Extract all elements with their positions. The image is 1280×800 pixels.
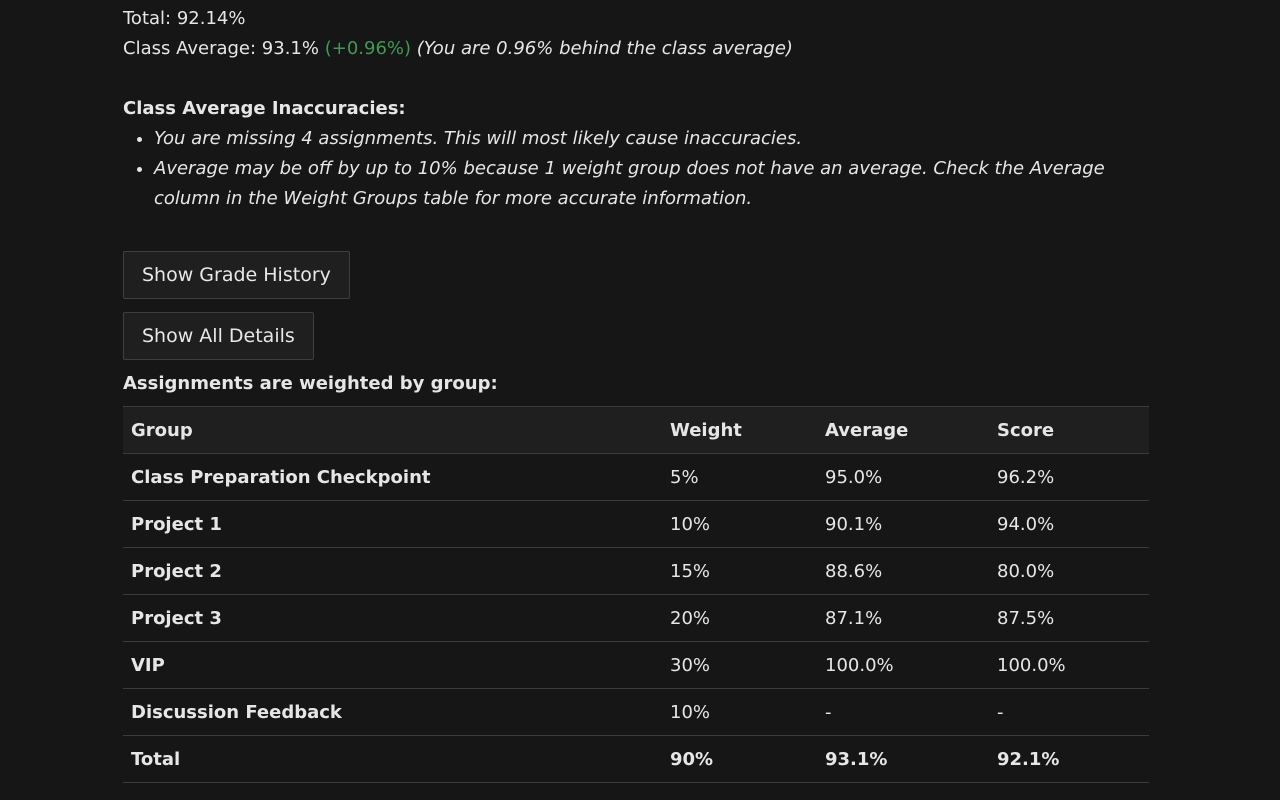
total-average-cell: 93.1% [817,735,989,783]
total-value: 92.14% [176,8,246,29]
class-average-value: 93.1% [261,38,319,59]
weight-groups-title: Assignments are weighted by group: [123,373,498,394]
inaccuracies-list: You are missing 4 assignments. This will… [123,124,1149,214]
group-name-cell: Class Preparation Checkpoint [123,453,662,501]
weight-cell: 20% [662,594,817,642]
inaccuracies-title: Class Average Inaccuracies: [123,98,406,119]
average-cell: 100.0% [817,641,989,689]
behind-note: (You are 0.96% behind the class average) [416,38,793,59]
average-cell: - [817,688,989,736]
table-header-row: Group Weight Average Score [123,406,1149,454]
score-cell: 100.0% [989,641,1149,689]
total-group-cell: Total [123,735,662,783]
column-header-average: Average [817,406,989,454]
grades-panel: Total: 92.14% Class Average: 93.1% (+0.9… [123,0,1149,783]
average-cell: 87.1% [817,594,989,642]
group-name-cell: Project 1 [123,500,662,548]
score-cell: - [989,688,1149,736]
show-grade-history-button[interactable]: Show Grade History [123,251,350,299]
inaccuracy-item: You are missing 4 assignments. This will… [154,124,1149,154]
weight-cell: 10% [662,500,817,548]
average-cell: 88.6% [817,547,989,595]
score-cell: 87.5% [989,594,1149,642]
score-cell: 80.0% [989,547,1149,595]
total-grade-line: Total: 92.14% [123,4,1149,34]
average-cell: 90.1% [817,500,989,548]
weight-cell: 30% [662,641,817,689]
table-total-row: Total 90% 93.1% 92.1% [123,735,1149,783]
average-difference: (+0.96%) [324,38,412,59]
class-average-label: Class Average: [123,38,257,59]
column-header-score: Score [989,406,1149,454]
inaccuracy-item: Average may be off by up to 10% because … [154,154,1149,214]
weight-groups-table: Group Weight Average Score Class Prepara… [123,406,1149,783]
table-row: Discussion Feedback 10% - - [123,688,1149,736]
group-name-cell: VIP [123,641,662,689]
class-average-line: Class Average: 93.1% (+0.96%) (You are 0… [123,34,1149,64]
weight-cell: 5% [662,453,817,501]
table-row: Project 1 10% 90.1% 94.0% [123,500,1149,548]
table-row: Project 3 20% 87.1% 87.5% [123,594,1149,642]
weight-cell: 15% [662,547,817,595]
table-row: Project 2 15% 88.6% 80.0% [123,547,1149,595]
score-cell: 94.0% [989,500,1149,548]
table-row: Class Preparation Checkpoint 5% 95.0% 96… [123,453,1149,501]
total-weight-cell: 90% [662,735,817,783]
average-cell: 95.0% [817,453,989,501]
weight-cell: 10% [662,688,817,736]
table-row: VIP 30% 100.0% 100.0% [123,641,1149,689]
column-header-group: Group [123,406,662,454]
column-header-weight: Weight [662,406,817,454]
group-name-cell: Discussion Feedback [123,688,662,736]
group-name-cell: Project 2 [123,547,662,595]
group-name-cell: Project 3 [123,594,662,642]
show-all-details-button[interactable]: Show All Details [123,312,314,360]
total-score-cell: 92.1% [989,735,1149,783]
score-cell: 96.2% [989,453,1149,501]
total-label: Total: [123,8,172,29]
